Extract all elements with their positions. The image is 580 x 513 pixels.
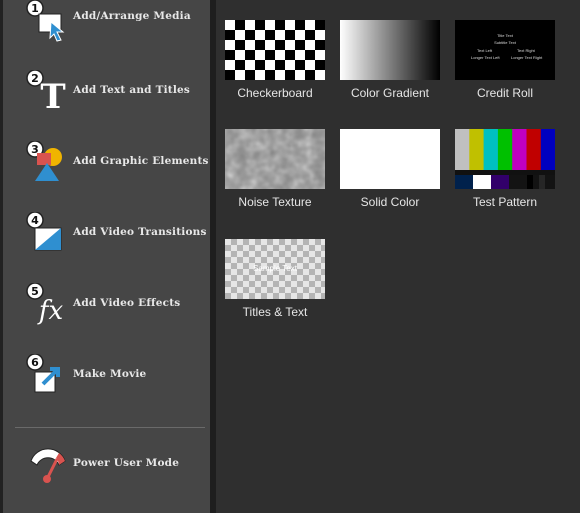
sidebar-separator [15, 427, 205, 428]
step-add-arrange-media[interactable]: 1 Add/Arrange Media [13, 0, 209, 50]
tile-caption: Color Gradient [350, 86, 430, 100]
tile-caption: Credit Roll [476, 86, 533, 100]
fx-icon: 5 fx [26, 283, 64, 326]
credit-long-left-preview: Longer Text Left [471, 55, 500, 60]
export-icon: 6 [26, 354, 60, 393]
credit-long-right-preview: Longer Text Right [511, 55, 543, 60]
tile-caption: Titles & Text [242, 305, 308, 319]
step-label: Add/Arrange Media [73, 10, 191, 22]
svg-text:1: 1 [31, 2, 39, 15]
step-label: Add Graphic Elements [73, 155, 209, 167]
add-media-icon: 1 [26, 0, 65, 42]
tile-caption: Noise Texture [238, 195, 312, 209]
step-add-graphic-elements[interactable]: 3 Add Graphic Elements [13, 141, 209, 191]
step-label: Make Movie [73, 368, 147, 380]
credit-left-preview: Text Left [477, 48, 493, 53]
step-label: Add Text and Titles [73, 84, 191, 96]
credit-roll-thumbnail: Title Text Subtitle Text Text Left Text … [455, 20, 555, 80]
svg-text:4: 4 [31, 214, 39, 227]
tile-titles-text[interactable]: Sample Text Titles & Text [225, 239, 329, 319]
sample-text-preview: Sample Text [253, 264, 297, 273]
tile-solid-color[interactable]: Solid Color [340, 129, 444, 209]
gradient-thumbnail [340, 20, 440, 80]
tile-caption: Checkerboard [237, 86, 313, 100]
solid-color-thumbnail [340, 129, 440, 189]
transition-icon: 4 [26, 212, 62, 251]
credit-subtitle-preview: Subtitle Text [494, 40, 516, 45]
credit-right-preview: Text Right [517, 48, 535, 53]
step-label: Add Video Transitions [73, 226, 207, 238]
step-add-text-titles[interactable]: 2 T Add Text and Titles [13, 70, 209, 120]
step-label: Add Video Effects [73, 297, 181, 309]
tile-credit-roll[interactable]: Title Text Subtitle Text Text Left Text … [455, 20, 559, 100]
test-pattern-thumbnail [455, 129, 555, 189]
shapes-icon: 3 [26, 141, 62, 181]
tile-noise-texture[interactable]: Noise Texture [225, 129, 329, 209]
step-add-video-transitions[interactable]: 4 Add Video Transitions [13, 212, 209, 262]
text-t-icon: 2 T [26, 70, 66, 114]
svg-text:2: 2 [31, 72, 39, 85]
power-user-mode-button[interactable]: Power User Mode [13, 443, 209, 493]
generator-gallery: Checkerboard Color Gradient Title Text S… [216, 0, 580, 513]
tile-checkerboard[interactable]: Checkerboard [225, 20, 329, 100]
gauge-icon [30, 448, 66, 483]
tile-caption: Solid Color [360, 195, 420, 209]
tile-test-pattern[interactable]: Test Pattern [455, 129, 559, 209]
noise-thumbnail [225, 129, 325, 189]
titles-thumbnail: Sample Text [225, 239, 325, 299]
power-user-label: Power User Mode [73, 457, 180, 469]
tile-caption: Test Pattern [472, 195, 538, 209]
tile-color-gradient[interactable]: Color Gradient [340, 20, 444, 100]
step-add-video-effects[interactable]: 5 fx Add Video Effects [13, 283, 209, 333]
svg-text:T: T [40, 77, 65, 114]
workflow-sidebar: 1 Add/Arrange Media 2 T Add Text and Tit… [0, 0, 210, 513]
svg-text:fx: fx [37, 296, 64, 326]
svg-text:5: 5 [31, 285, 39, 298]
credit-title-preview: Title Text [497, 33, 513, 38]
step-make-movie[interactable]: 6 Make Movie [13, 354, 209, 404]
svg-text:6: 6 [31, 356, 39, 369]
checkerboard-thumbnail [225, 20, 325, 80]
